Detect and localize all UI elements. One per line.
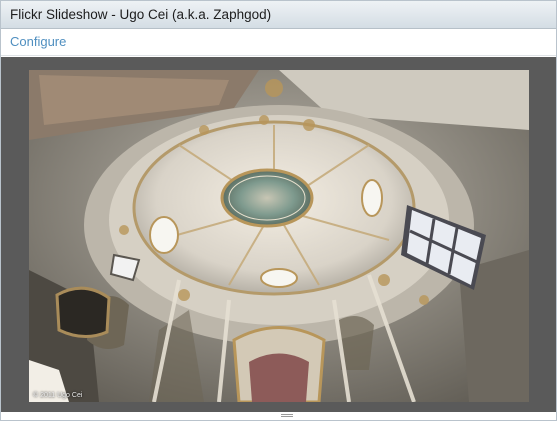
photo-image (29, 70, 529, 402)
widget-footer (1, 412, 556, 420)
slideshow-photo[interactable]: © 2011 Ugo Cei (29, 70, 529, 402)
menu-bar: Configure (1, 29, 556, 56)
configure-link[interactable]: Configure (10, 34, 66, 49)
resize-grip-icon[interactable] (281, 414, 293, 418)
window-titlebar: Flickr Slideshow - Ugo Cei (a.k.a. Zaphg… (1, 1, 556, 29)
photo-credit: © 2011 Ugo Cei (33, 392, 83, 399)
slideshow-stage: © 2011 Ugo Cei (1, 57, 556, 412)
window-title: Flickr Slideshow - Ugo Cei (a.k.a. Zaphg… (10, 7, 272, 22)
flickr-slideshow-widget: Flickr Slideshow - Ugo Cei (a.k.a. Zaphg… (0, 0, 557, 421)
